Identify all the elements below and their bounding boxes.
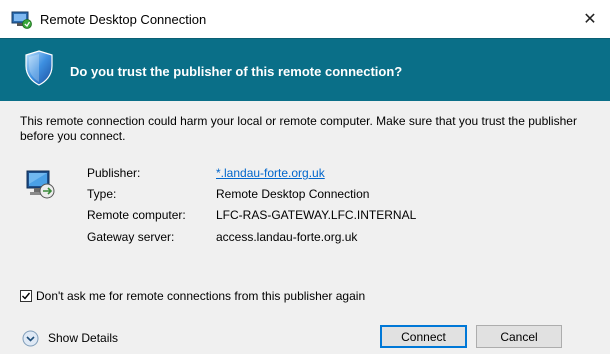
connect-button[interactable]: Connect <box>380 325 467 348</box>
dont-ask-checkbox[interactable] <box>20 290 32 302</box>
dont-ask-checkbox-row[interactable]: Don't ask me for remote connections from… <box>20 288 365 304</box>
dialog-content: This remote connection could harm your l… <box>0 101 610 354</box>
type-value: Remote Desktop Connection <box>216 187 370 201</box>
close-icon[interactable]: ✕ <box>570 0 610 38</box>
publisher-link[interactable]: *.landau-forte.org.uk <box>216 166 325 180</box>
cancel-button[interactable]: Cancel <box>476 325 562 348</box>
gateway-server-label: Gateway server: <box>87 230 175 244</box>
chevron-down-circle-icon[interactable] <box>22 330 39 347</box>
dont-ask-label[interactable]: Don't ask me for remote connections from… <box>36 289 365 303</box>
show-details-label[interactable]: Show Details <box>48 331 118 345</box>
window-title: Remote Desktop Connection <box>40 12 207 27</box>
remote-desktop-app-icon <box>11 11 32 29</box>
trust-banner: Do you trust the publisher of this remot… <box>0 38 610 102</box>
gateway-server-value: access.landau-forte.org.uk <box>216 230 358 244</box>
type-label: Type: <box>87 187 117 201</box>
shield-icon <box>25 50 53 86</box>
title-bar: Remote Desktop Connection ✕ <box>0 0 610 38</box>
trust-question: Do you trust the publisher of this remot… <box>70 64 403 79</box>
remote-computer-value: LFC-RAS-GATEWAY.LFC.INTERNAL <box>216 208 417 222</box>
publisher-label: Publisher: <box>87 166 141 180</box>
remote-computer-label: Remote computer: <box>87 208 186 222</box>
show-details-toggle[interactable]: Show Details <box>22 329 118 347</box>
checkmark-icon <box>22 292 31 300</box>
remote-computer-icon <box>26 170 55 199</box>
remote-desktop-connection-dialog: Remote Desktop Connection ✕ Do you trust… <box>0 0 610 354</box>
warning-text: This remote connection could harm your l… <box>20 114 577 143</box>
